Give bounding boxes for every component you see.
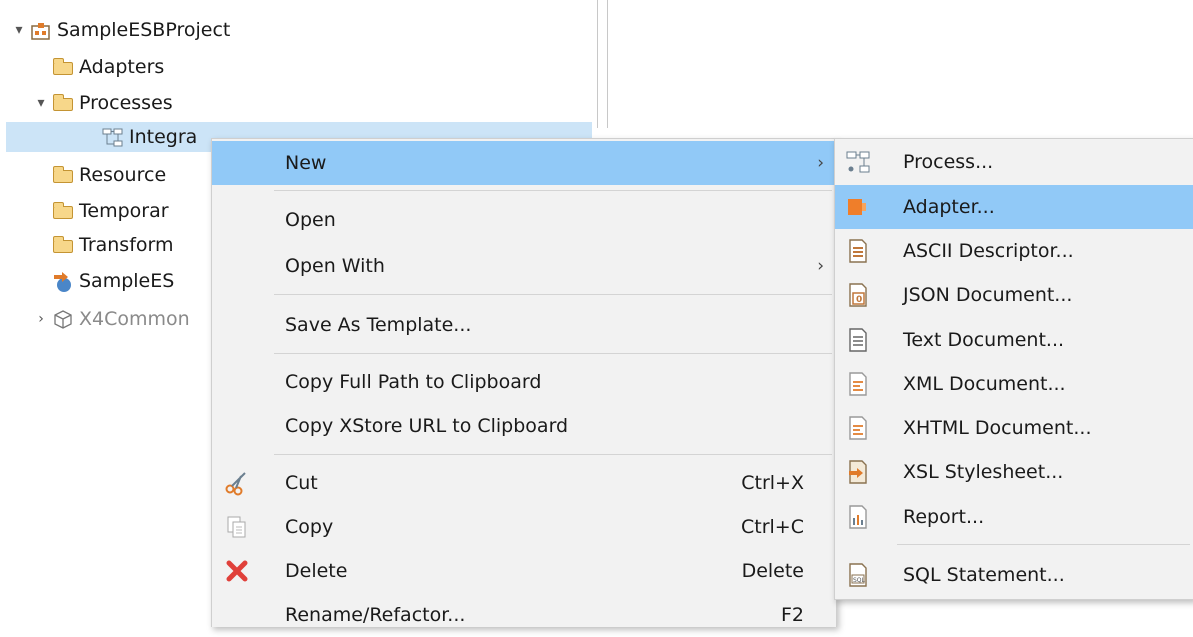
menu-item-label: Copy XStore URL to Clipboard <box>285 415 569 437</box>
copy-icon <box>224 514 250 540</box>
svg-text:SQL: SQL <box>853 577 866 584</box>
delete-icon <box>224 558 250 584</box>
menu-item-cut[interactable]: Cut Ctrl+X <box>212 461 836 505</box>
shortcut-label: Ctrl+C <box>741 516 804 538</box>
folder-icon <box>52 235 74 255</box>
submenu-item-label: XML Document... <box>903 373 1066 395</box>
folder-icon <box>52 201 74 221</box>
process-icon <box>845 149 871 175</box>
xsl-stylesheet-icon <box>845 459 871 485</box>
submenu-arrow-icon: › <box>817 256 824 276</box>
menu-separator <box>274 454 832 455</box>
tree-item-adapters[interactable]: Adapters <box>52 52 164 82</box>
report-icon <box>845 504 871 530</box>
tree-item-label: Processes <box>79 92 173 114</box>
xml-document-icon <box>845 371 871 397</box>
submenu-item-adapter[interactable]: Adapter... <box>835 185 1193 229</box>
xhtml-document-icon <box>845 415 871 441</box>
menu-item-label: Save As Template... <box>285 314 472 336</box>
deploy-icon <box>52 271 74 292</box>
menu-item-open[interactable]: Open <box>212 198 836 242</box>
view-divider <box>607 0 608 128</box>
tree-item-processes[interactable]: ▾ Processes <box>30 88 173 118</box>
menu-separator <box>274 190 832 191</box>
submenu-item-label: SQL Statement... <box>903 564 1065 586</box>
tree-item-label: Resource <box>79 164 167 186</box>
menu-item-rename-refactor[interactable]: Rename/Refactor... F2 <box>212 593 836 637</box>
tree-item-label: Temporar <box>79 200 169 222</box>
submenu-item-xhtml-document[interactable]: XHTML Document... <box>835 406 1193 450</box>
submenu-item-process[interactable]: Process... <box>835 140 1193 184</box>
menu-item-label: New <box>285 152 327 174</box>
scissors-icon <box>224 470 250 496</box>
tree-item-label: Adapters <box>79 56 165 78</box>
menu-item-label: Copy <box>285 516 334 538</box>
submenu-item-label: Text Document... <box>903 329 1065 351</box>
sql-statement-icon: SQL <box>845 562 871 588</box>
submenu-item-sql-statement[interactable]: SQL SQL Statement... <box>835 553 1193 597</box>
ascii-descriptor-icon <box>845 238 871 264</box>
folder-icon <box>52 165 74 185</box>
new-submenu: Process... Adapter... ASCII Descriptor..… <box>834 138 1193 600</box>
tree-item-label: Integra <box>129 126 198 148</box>
submenu-item-label: XSL Stylesheet... <box>903 461 1064 483</box>
expand-twisty-icon[interactable]: ▾ <box>30 95 52 111</box>
menu-item-copy-full-path[interactable]: Copy Full Path to Clipboard <box>212 360 836 404</box>
menu-item-label: Copy Full Path to Clipboard <box>285 371 542 393</box>
folder-icon <box>52 57 74 77</box>
submenu-item-xsl-stylesheet[interactable]: XSL Stylesheet... <box>835 450 1193 494</box>
submenu-item-label: Report... <box>903 506 985 528</box>
menu-separator <box>274 353 832 354</box>
submenu-item-label: JSON Document... <box>903 284 1073 306</box>
submenu-item-label: ASCII Descriptor... <box>903 240 1074 262</box>
tree-item-temporary[interactable]: Temporar <box>52 196 169 226</box>
menu-item-copy-xstore-url[interactable]: Copy XStore URL to Clipboard <box>212 404 836 448</box>
tree-item-label: Transform <box>79 234 174 256</box>
tree-item-label: X4Common <box>79 308 190 330</box>
project-icon <box>30 20 52 40</box>
shortcut-label: Delete <box>741 560 804 582</box>
submenu-item-label: Adapter... <box>903 196 995 218</box>
tree-item-sample-deployment[interactable]: SampleES <box>52 266 174 296</box>
menu-item-label: Open <box>285 209 336 231</box>
svg-text:0: 0 <box>856 295 862 305</box>
menu-item-copy[interactable]: Copy Ctrl+C <box>212 505 836 549</box>
package-icon <box>52 309 74 329</box>
tree-item-transformations[interactable]: Transform <box>52 230 174 260</box>
menu-item-save-as-template[interactable]: Save As Template... <box>212 303 836 347</box>
menu-item-label: Rename/Refactor... <box>285 604 466 626</box>
menu-item-new[interactable]: New › <box>212 141 836 185</box>
tree-item-x4common[interactable]: › X4Common <box>30 304 190 334</box>
adapter-icon <box>845 194 871 220</box>
submenu-item-report[interactable]: Report... <box>835 495 1193 539</box>
tree-item-label: SampleESBProject <box>57 19 231 41</box>
submenu-item-text-document[interactable]: Text Document... <box>835 318 1193 362</box>
tree-item-resources[interactable]: Resource <box>52 160 166 190</box>
menu-item-label: Open With <box>285 255 385 277</box>
tree-item-label: SampleES <box>79 270 175 292</box>
submenu-item-ascii-descriptor[interactable]: ASCII Descriptor... <box>835 229 1193 273</box>
submenu-item-json-document[interactable]: 0 JSON Document... <box>835 273 1193 317</box>
text-document-icon <box>845 327 871 353</box>
collapse-twisty-icon[interactable]: › <box>30 311 52 327</box>
submenu-arrow-icon: › <box>817 153 824 173</box>
shortcut-label: F2 <box>780 604 804 626</box>
context-menu: New › Open Open With › Save As Template.… <box>211 138 837 627</box>
submenu-item-label: XHTML Document... <box>903 417 1092 439</box>
menu-item-delete[interactable]: Delete Delete <box>212 549 836 593</box>
tree-item-project[interactable]: ▾ SampleESBProject <box>8 15 230 45</box>
shortcut-label: Ctrl+X <box>741 472 804 494</box>
menu-separator <box>274 294 832 295</box>
menu-separator <box>897 544 1190 545</box>
view-divider <box>597 0 598 128</box>
menu-item-open-with[interactable]: Open With › <box>212 244 836 288</box>
submenu-item-label: Process... <box>903 151 994 173</box>
folder-icon <box>52 93 74 113</box>
json-document-icon: 0 <box>845 282 871 308</box>
process-icon <box>102 127 124 147</box>
expand-twisty-icon[interactable]: ▾ <box>8 22 30 38</box>
menu-item-label: Cut <box>285 472 318 494</box>
menu-item-label: Delete <box>285 560 348 582</box>
submenu-item-xml-document[interactable]: XML Document... <box>835 362 1193 406</box>
